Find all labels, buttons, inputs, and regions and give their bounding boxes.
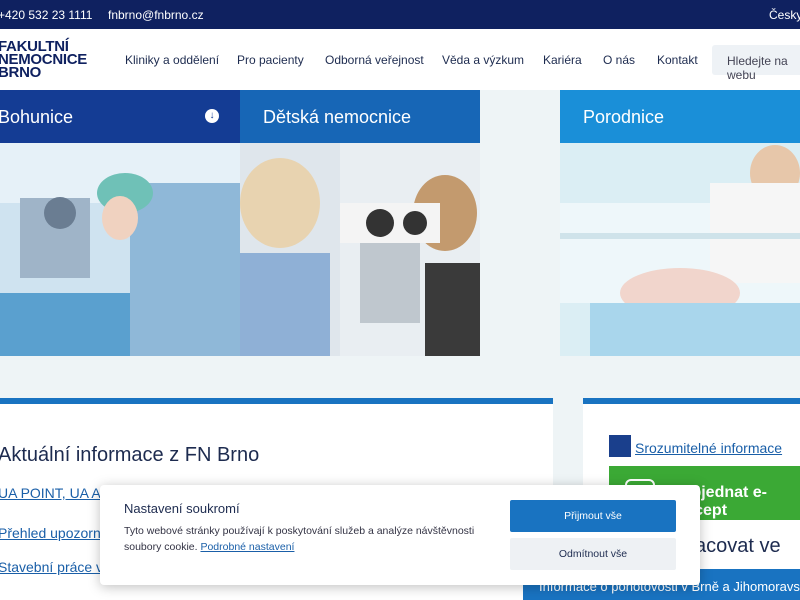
tile-porodnice[interactable]: Porodnice xyxy=(560,90,800,356)
reject-all-button[interactable]: Odmítnout vše xyxy=(510,538,676,570)
nav-odborna-verejnost[interactable]: Odborná veřejnost xyxy=(325,53,424,67)
nav-kariera[interactable]: Kariéra xyxy=(543,53,582,67)
cookie-text: Tyto webové stránky používají k poskytov… xyxy=(124,523,484,555)
cookie-settings-link[interactable]: Podrobné nastavení xyxy=(200,541,294,553)
top-bar: +420 532 23 1111 fnbrno@fnbrno.cz Česky xyxy=(0,0,800,29)
hospital-logo[interactable]: FAKULTNÍ NEMOCNICE BRNO xyxy=(0,39,87,80)
arrow-down-icon[interactable]: ↓ xyxy=(205,109,219,123)
nav-kliniky[interactable]: Kliniky a oddělení xyxy=(125,53,219,67)
email-link[interactable]: fnbrno@fnbrno.cz xyxy=(108,8,204,22)
nav-veda-a-vyzkum[interactable]: Věda a výzkum xyxy=(442,53,524,67)
nav-kontakt[interactable]: Kontakt xyxy=(657,53,698,67)
cookie-description: Tyto webové stránky používají k poskytov… xyxy=(124,525,475,553)
maternity-photo xyxy=(560,143,800,356)
tile-bohunice[interactable]: Bohunice ↓ xyxy=(0,90,240,356)
tile-header: Bohunice ↓ xyxy=(0,90,240,143)
nav-pro-pacienty[interactable]: Pro pacienty xyxy=(237,53,304,67)
tile-title: Bohunice xyxy=(0,107,74,127)
site-header: FAKULTNÍ NEMOCNICE BRNO Kliniky a odděle… xyxy=(0,29,800,90)
language-switch[interactable]: Česky xyxy=(769,8,800,22)
news-heading: Aktuální informace z FN Brno xyxy=(0,444,260,466)
search-input[interactable]: Hledejte na webu xyxy=(712,45,800,82)
eye-exam-photo xyxy=(240,143,480,356)
tile-title: Dětská nemocnice xyxy=(263,107,412,127)
cookie-dialog: Nastavení soukromí Tyto webové stránky p… xyxy=(100,485,700,585)
surgery-photo xyxy=(0,143,240,356)
tile-header: Dětská nemocnice ↓ xyxy=(240,90,480,143)
tile-header: Porodnice xyxy=(560,90,800,143)
easy-info-icon xyxy=(609,435,631,457)
cookie-title: Nastavení soukromí xyxy=(124,501,240,516)
tile-title: Porodnice xyxy=(583,107,665,127)
nav-o-nas[interactable]: O nás xyxy=(603,53,635,67)
easy-info-link[interactable]: Srozumitelné informace xyxy=(635,440,782,456)
phone-number[interactable]: +420 532 23 1111 xyxy=(0,8,92,22)
tile-detska-nemocnice[interactable]: Dětská nemocnice ↓ xyxy=(240,90,480,356)
accept-all-button[interactable]: Přijmout vše xyxy=(510,500,676,532)
